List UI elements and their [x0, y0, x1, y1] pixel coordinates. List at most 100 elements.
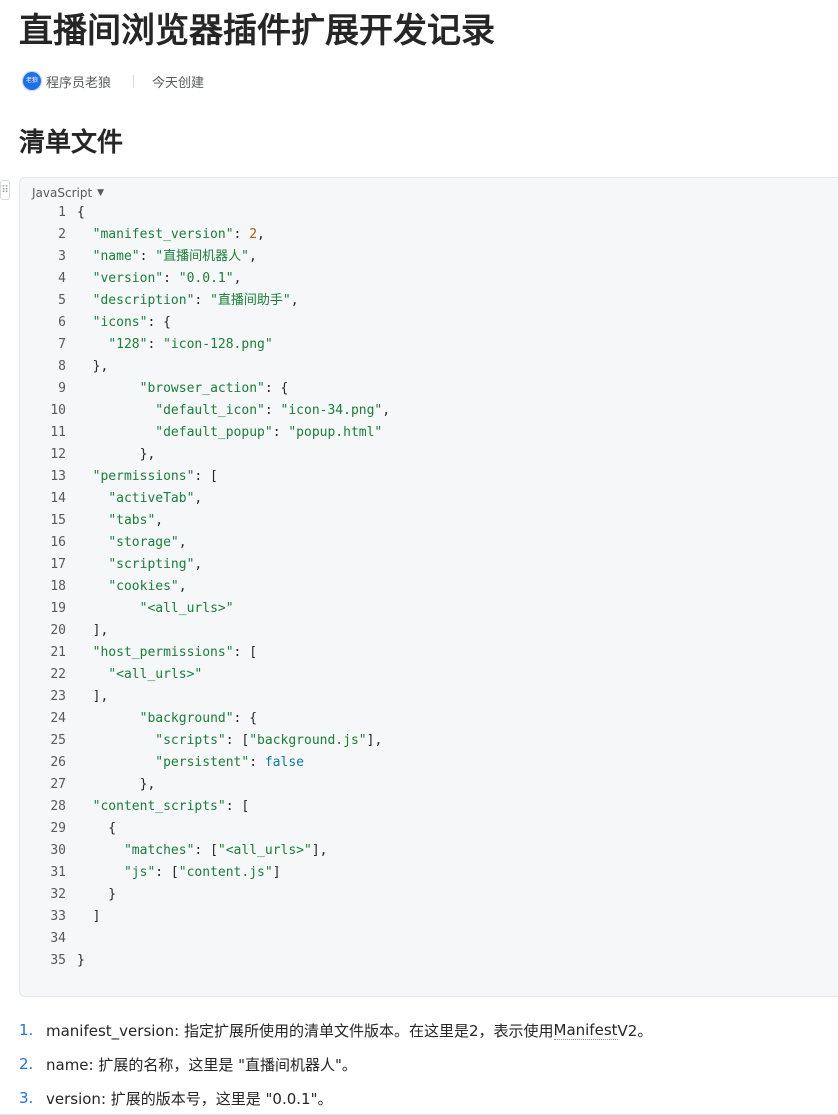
- code-token: ,: [290, 293, 299, 308]
- line-content: "permissions": [: [66, 466, 218, 488]
- code-token: ,: [382, 403, 391, 418]
- line-number: 28: [50, 799, 66, 814]
- line-number: 2: [58, 227, 66, 242]
- code-line: 25 "scripts": ["background.js"],: [20, 730, 390, 752]
- code-line: 26 "persistent": false: [20, 752, 390, 774]
- code-token: "host_permissions": [92, 645, 234, 660]
- code-token: : {: [233, 711, 258, 726]
- code-line: 33 ]: [20, 906, 390, 928]
- line-content: "default_icon": "icon-34.png",: [66, 400, 390, 422]
- code-token: ,: [155, 513, 164, 528]
- list-number: 1.: [19, 1021, 34, 1039]
- line-number: 7: [58, 337, 66, 352]
- code-token: },: [77, 777, 156, 792]
- list-text: manifest_version: 指定扩展所使用的清单文件版本。在这里是2，表…: [46, 1021, 554, 1040]
- line-content: }: [66, 950, 85, 972]
- code-token: :: [163, 271, 179, 286]
- code-token: ,: [248, 249, 257, 264]
- line-content: ],: [66, 620, 109, 642]
- code-token: "popup.html": [288, 425, 383, 440]
- line-number: 23: [50, 689, 66, 704]
- code-token: : [: [233, 645, 258, 660]
- code-token: ,: [194, 557, 203, 572]
- code-token: :: [272, 425, 289, 440]
- code-token: ,: [257, 227, 265, 242]
- line-number: 22: [50, 667, 66, 682]
- line-number: 20: [50, 623, 66, 638]
- line-content: ]: [66, 906, 101, 928]
- code-token: "scripts": [155, 733, 226, 748]
- code-block: JavaScript ▼ 1{2 "manifest_version": 2, 3…: [19, 177, 838, 997]
- code-token: },: [77, 359, 109, 374]
- line-content: "scripting",: [66, 554, 202, 576]
- code-token: "storage": [108, 535, 179, 550]
- line-number: 13: [50, 469, 66, 484]
- code-line: 1{: [20, 202, 390, 224]
- code-token: ]: [272, 865, 281, 880]
- code-token: "cookies": [108, 579, 179, 594]
- line-content: "icons": {: [66, 312, 171, 334]
- code-token: ,: [178, 535, 187, 550]
- code-token: ],: [311, 843, 328, 858]
- line-number: 4: [58, 271, 66, 286]
- line-content: "cookies",: [66, 576, 186, 598]
- code-token: "activeTab": [108, 491, 195, 506]
- line-number: 16: [50, 535, 66, 550]
- code-line: 29 {: [20, 818, 390, 840]
- language-selector[interactable]: JavaScript ▼: [32, 186, 104, 200]
- code-token: ,: [233, 271, 242, 286]
- line-content: "128": "icon-128.png": [66, 334, 272, 356]
- code-token: "name": [92, 249, 140, 264]
- code-line: 22 "<all_urls>": [20, 664, 390, 686]
- code-token: "version": [92, 271, 164, 286]
- line-number: 18: [50, 579, 66, 594]
- code-token: : {: [264, 381, 289, 396]
- line-content: "scripts": ["background.js"],: [66, 730, 382, 752]
- code-token: :: [194, 293, 211, 308]
- section-heading: 清单文件: [19, 128, 124, 158]
- line-content: },: [66, 356, 109, 378]
- code-line: 24 "background": {: [20, 708, 390, 730]
- code-token: ],: [77, 623, 109, 638]
- code-token: ],: [77, 689, 109, 704]
- code-token: :: [147, 337, 164, 352]
- code-line: 30 "matches": ["<all_urls>"],: [20, 840, 390, 862]
- code-line: 18 "cookies",: [20, 576, 390, 598]
- code-line: 13 "permissions": [: [20, 466, 390, 488]
- list-number: 2.: [19, 1055, 34, 1073]
- code-token: "default_popup": [155, 425, 273, 440]
- avatar[interactable]: 老狼: [22, 71, 42, 91]
- code-line: 17 "scripting",: [20, 554, 390, 576]
- line-number: 10: [50, 403, 66, 418]
- explanation-list: 1. manifest_version: 指定扩展所使用的清单文件版本。在这里是2…: [19, 1013, 652, 1115]
- code-token: "background": [139, 711, 234, 726]
- author-name[interactable]: 程序员老狼: [46, 72, 111, 91]
- code-token: "js": [123, 865, 156, 880]
- line-number: 31: [50, 865, 66, 880]
- created-time: 今天创建: [152, 75, 205, 91]
- list-text: name: 扩展的名称，这里是 "直播间机器人"。: [46, 1055, 357, 1074]
- code-line: 35}: [20, 950, 390, 972]
- code-token: {: [77, 205, 85, 220]
- code-token: "permissions": [92, 469, 195, 484]
- code-token: "content.js": [178, 865, 273, 880]
- code-token: "browser_action": [139, 381, 265, 396]
- glossary-link[interactable]: Manifest: [553, 1021, 618, 1040]
- code-token: "content_scripts": [92, 799, 226, 814]
- drag-handle-icon[interactable]: ⠿: [0, 180, 10, 200]
- list-item: 1. manifest_version: 指定扩展所使用的清单文件版本。在这里是2…: [19, 1013, 652, 1047]
- code-token: ]: [77, 909, 101, 924]
- code-line: 12 },: [20, 444, 390, 466]
- line-number: 5: [58, 293, 66, 308]
